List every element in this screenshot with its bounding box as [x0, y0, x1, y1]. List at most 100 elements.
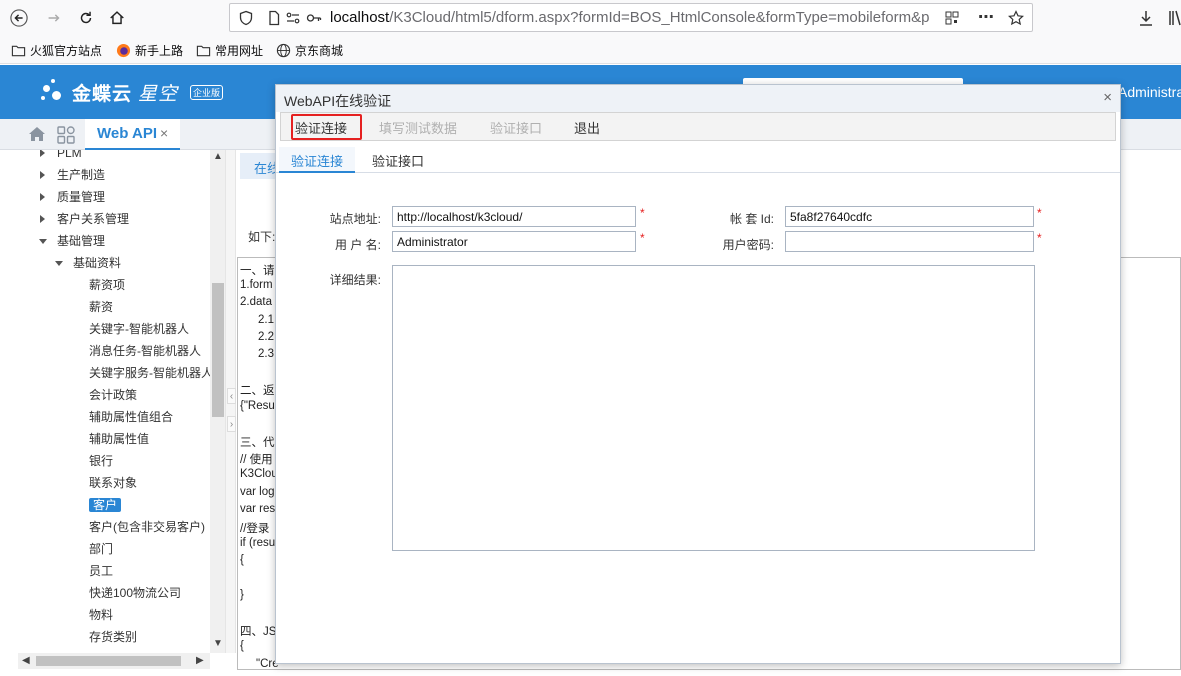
url-path: /K3Cloud/html5/dform.aspx?formId=BOS_Htm…: [389, 9, 930, 26]
doc-line: 三、代: [240, 437, 275, 449]
tree-item[interactable]: PLM: [40, 150, 82, 163]
tree-item-label: 关键字服务-智能机器人: [89, 366, 213, 380]
reload-button[interactable]: [72, 4, 100, 32]
required-mark: *: [1037, 231, 1042, 245]
verify-connection-button[interactable]: 验证连接: [295, 118, 347, 137]
username-field[interactable]: [392, 231, 636, 252]
bookmark-item[interactable]: 京东商城: [276, 42, 343, 58]
back-button[interactable]: [5, 4, 33, 32]
permissions-icon[interactable]: [285, 10, 301, 26]
panel-splitter[interactable]: ‹ ›: [225, 150, 236, 653]
qr-code-icon[interactable]: [944, 10, 960, 26]
tree-item[interactable]: 关键字服务-智能机器人: [89, 363, 213, 383]
tree-item[interactable]: 部门: [89, 539, 113, 559]
home-button[interactable]: [103, 4, 131, 32]
tree-item[interactable]: 质量管理: [40, 187, 106, 207]
tree-item-label: PLM: [57, 150, 82, 160]
tree-item[interactable]: 银行: [89, 451, 113, 471]
tree-item[interactable]: 消息任务-智能机器人: [89, 341, 201, 361]
tree-item-label: 快递100物流公司: [89, 586, 182, 600]
scrollbar-thumb[interactable]: [36, 656, 181, 666]
key-icon[interactable]: [306, 10, 322, 26]
tree-item[interactable]: 薪资项: [89, 275, 125, 295]
tree-item-label: 质量管理: [57, 190, 106, 204]
exit-button[interactable]: 退出: [574, 118, 600, 137]
expand-arrow-icon[interactable]: [40, 215, 45, 223]
tree-item[interactable]: 生产制造: [40, 165, 106, 185]
bookmark-item[interactable]: 常用网址: [196, 42, 263, 58]
tree-item[interactable]: 辅助属性值组合: [89, 407, 173, 427]
tree-item[interactable]: 存货类别: [89, 627, 137, 647]
doc-line: //登录: [240, 523, 270, 535]
verify-interface-button[interactable]: 验证接口: [490, 118, 542, 137]
tree-item-label: 生产制造: [57, 168, 106, 182]
scroll-right-icon[interactable]: ▶: [196, 655, 204, 666]
tree-item[interactable]: 基础管理: [39, 231, 105, 251]
bookmark-label: 火狐官方站点: [30, 43, 103, 58]
tree-item[interactable]: 物料: [89, 605, 113, 625]
expand-arrow-icon[interactable]: [40, 193, 45, 201]
doc-line: var res: [240, 502, 276, 515]
tree-item-label: 银行: [89, 454, 114, 468]
bookmark-label: 常用网址: [215, 43, 264, 58]
doc-line: {: [240, 640, 244, 653]
collapse-left-icon[interactable]: ‹: [227, 388, 236, 404]
account-id-field[interactable]: [785, 206, 1034, 227]
url-text[interactable]: localhost/K3Cloud/html5/dform.aspx?formI…: [330, 9, 972, 26]
logo-text: 金蝶云: [72, 83, 133, 105]
app-grid-icon[interactable]: [57, 126, 75, 144]
library-icon[interactable]: [1168, 9, 1181, 27]
bookmark-item[interactable]: 火狐官方站点: [11, 42, 102, 58]
dialog-tabs: 验证连接 验证接口: [276, 147, 1120, 173]
scroll-left-icon[interactable]: ◀: [22, 655, 30, 666]
tree-item[interactable]: 基础资料: [55, 253, 121, 273]
tree-item[interactable]: 客户关系管理: [40, 209, 129, 229]
expand-arrow-icon[interactable]: [40, 150, 45, 157]
tree-item-label: 会计政策: [89, 388, 138, 402]
page-actions-icon[interactable]: ⋯: [978, 7, 994, 26]
doc-line: 2.1: [258, 313, 274, 326]
bookmark-star-icon[interactable]: [1008, 10, 1024, 26]
shield-icon[interactable]: [238, 10, 254, 26]
dialog-title-bar[interactable]: WebAPI在线验证 ×: [276, 85, 1120, 112]
forward-arrow-icon: [48, 14, 60, 22]
tree-horizontal-scrollbar[interactable]: ◀ ▶: [18, 653, 210, 669]
scrollbar-thumb[interactable]: [212, 283, 224, 417]
collapse-arrow-icon[interactable]: [55, 261, 63, 266]
user-name[interactable]: Administra: [1118, 84, 1181, 100]
tab-web-api[interactable]: Web API ×: [85, 119, 181, 150]
tab-verify-interface[interactable]: 验证接口: [360, 147, 436, 173]
doc-line: 四、JS: [240, 626, 277, 639]
home-icon[interactable]: [28, 126, 46, 142]
site-address-field[interactable]: [392, 206, 636, 227]
download-icon[interactable]: [1138, 9, 1154, 27]
fill-test-data-button[interactable]: 填写测试数据: [379, 118, 457, 137]
tree-item[interactable]: 辅助属性值: [89, 429, 149, 449]
address-bar[interactable]: localhost/K3Cloud/html5/dform.aspx?formI…: [229, 3, 1033, 32]
tab-close-button[interactable]: ×: [160, 125, 168, 141]
tree-item[interactable]: 会计政策: [89, 385, 137, 405]
scroll-up-icon[interactable]: ▲: [213, 151, 223, 162]
tree-item[interactable]: 联系对象: [89, 473, 137, 493]
password-label: 用户密码:: [722, 238, 774, 252]
collapse-arrow-icon[interactable]: [39, 239, 47, 244]
tree-item-label: 薪资项: [89, 278, 126, 292]
expand-right-icon[interactable]: ›: [227, 416, 236, 432]
password-field[interactable]: [785, 231, 1034, 252]
tree-vertical-scrollbar[interactable]: ▲ ▼: [210, 150, 225, 653]
tree-item[interactable]: 快递100物流公司: [89, 583, 181, 603]
doc-line: 2.2: [258, 330, 274, 343]
tree-item[interactable]: 客户(包含非交易客户): [89, 517, 205, 537]
close-icon[interactable]: ×: [1103, 89, 1112, 106]
result-textarea[interactable]: [392, 265, 1035, 551]
expand-arrow-icon[interactable]: [40, 171, 45, 179]
tab-label: Web API: [97, 125, 158, 142]
tree-item[interactable]: 客户: [89, 495, 122, 515]
scroll-down-icon[interactable]: ▼: [213, 638, 223, 649]
tab-verify-connection[interactable]: 验证连接: [279, 147, 356, 173]
tree-item[interactable]: 员工: [89, 561, 113, 581]
forward-button[interactable]: [40, 4, 68, 32]
bookmark-item[interactable]: 新手上路: [116, 42, 183, 58]
tree-item[interactable]: 薪资: [89, 297, 113, 317]
tree-item[interactable]: 关键字-智能机器人: [89, 319, 189, 339]
